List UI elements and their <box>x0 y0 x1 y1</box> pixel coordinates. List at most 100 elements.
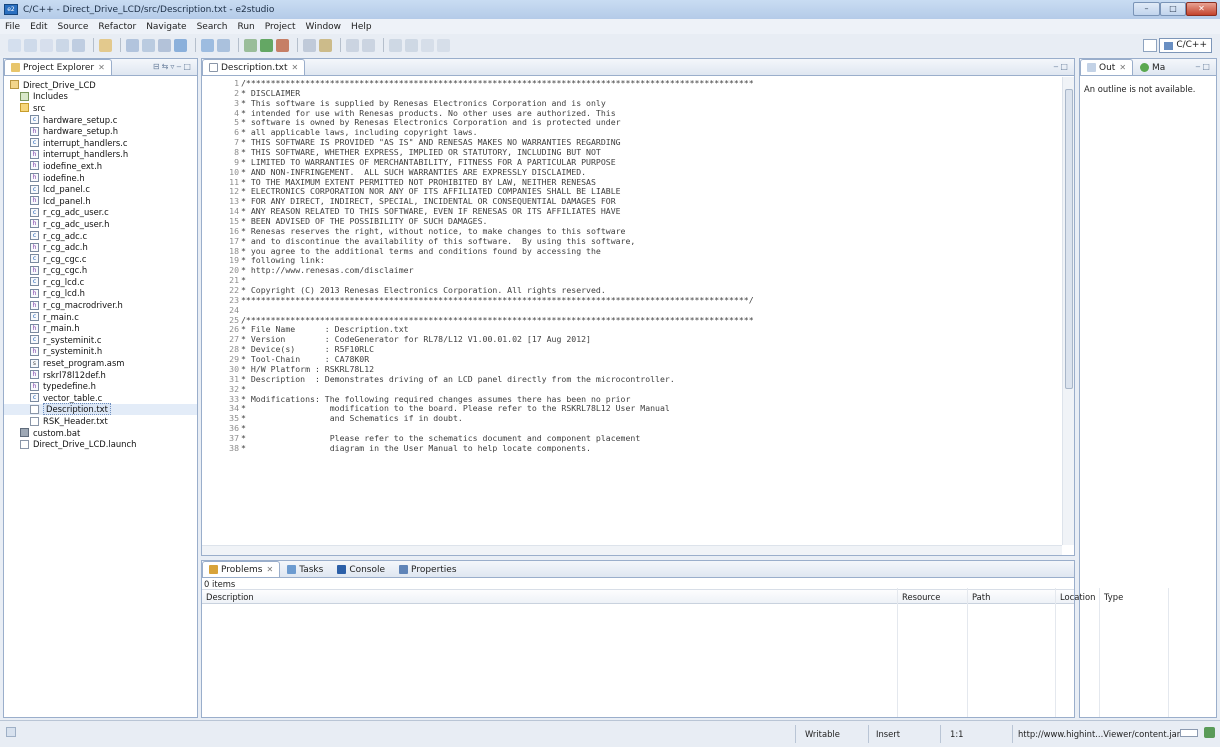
tree-item[interactable]: h iodefine_ext.h <box>4 160 197 172</box>
maximize-button[interactable]: □ <box>1160 2 1186 16</box>
external-tools-icon[interactable] <box>276 38 289 52</box>
tab-make-targets[interactable]: Ma <box>1133 59 1172 75</box>
tree-item[interactable]: Includes <box>4 91 197 103</box>
new-file-icon[interactable] <box>142 38 155 52</box>
tree-item[interactable]: h r_main.h <box>4 322 197 334</box>
tree-item-label: lcd_panel.c <box>43 184 90 195</box>
menu-help[interactable]: Help <box>351 22 372 32</box>
tree-item[interactable]: h typedefine.h <box>4 380 197 392</box>
tree-item[interactable]: c hardware_setup.c <box>4 114 197 126</box>
tree-item[interactable]: Direct_Drive_LCD <box>4 79 197 91</box>
tree-item[interactable]: h rskrl78l12def.h <box>4 369 197 381</box>
menu-refactor[interactable]: Refactor <box>98 22 136 32</box>
project-explorer-panel: Project Explorer ✕ ⊟⇆▿‒□ Direct_Drive_LC… <box>3 58 198 718</box>
minimize-button[interactable]: – <box>1133 2 1160 16</box>
save-all-icon[interactable] <box>40 38 53 52</box>
print-icon[interactable] <box>56 38 69 52</box>
close-tab-icon[interactable]: ✕ <box>1119 63 1126 72</box>
menu-navigate[interactable]: Navigate <box>146 22 186 32</box>
tree-item[interactable]: h interrupt_handlers.h <box>4 149 197 161</box>
tree-item[interactable]: c r_cg_adc_user.c <box>4 207 197 219</box>
debug-icon[interactable] <box>244 38 257 52</box>
search-icon[interactable] <box>319 38 332 52</box>
tree-item[interactable]: h r_cg_adc_user.h <box>4 218 197 230</box>
fast-view-icon[interactable] <box>6 727 16 737</box>
tree-item[interactable]: c r_cg_lcd.c <box>4 276 197 288</box>
scroll-thumb[interactable] <box>1065 89 1073 389</box>
forward-icon[interactable] <box>437 38 450 52</box>
build-icon[interactable] <box>72 38 85 52</box>
tab-project-explorer[interactable]: Project Explorer ✕ <box>4 59 112 75</box>
tree-item[interactable]: h r_cg_cgc.h <box>4 265 197 277</box>
text-editor[interactable]: 1/**************************************… <box>202 77 1074 555</box>
toolbar-separator <box>120 38 121 52</box>
menu-edit[interactable]: Edit <box>30 22 47 32</box>
pencil-icon[interactable] <box>99 38 112 52</box>
menu-file[interactable]: File <box>5 22 20 32</box>
progress-view-icon[interactable] <box>1204 727 1215 738</box>
close-button[interactable]: ✕ <box>1186 2 1217 16</box>
tab-tasks[interactable]: Tasks <box>280 561 330 577</box>
new-project-icon[interactable] <box>126 38 139 52</box>
menu-project[interactable]: Project <box>265 22 296 32</box>
close-tab-icon[interactable]: ✕ <box>266 565 273 574</box>
menu-source[interactable]: Source <box>58 22 89 32</box>
c-file-icon: c <box>30 393 39 403</box>
open-perspective-icon[interactable] <box>1143 39 1158 52</box>
tab-outline[interactable]: Out ✕ <box>1080 59 1134 75</box>
next-annotation-icon[interactable] <box>389 38 402 52</box>
horizontal-scrollbar[interactable] <box>202 545 1062 555</box>
menu-run[interactable]: Run <box>237 22 254 32</box>
new-class-icon[interactable] <box>158 38 171 52</box>
tree-item[interactable]: c r_cg_cgc.c <box>4 253 197 265</box>
tree-item[interactable]: custom.bat <box>4 427 197 439</box>
tab-problems[interactable]: Problems ✕ <box>202 561 281 577</box>
column-type[interactable]: Type <box>1104 592 1123 602</box>
tree-item[interactable]: h r_cg_macrodriver.h <box>4 299 197 311</box>
open-type-icon[interactable] <box>303 38 316 52</box>
tree-item[interactable]: h hardware_setup.h <box>4 125 197 137</box>
run-icon[interactable] <box>260 38 273 52</box>
tree-item[interactable]: c r_systeminit.c <box>4 334 197 346</box>
tree-item[interactable]: Direct_Drive_LCD.launch <box>4 438 197 450</box>
editor-view-controls[interactable]: ‒□ <box>1053 62 1070 71</box>
tree-item[interactable]: h lcd_panel.h <box>4 195 197 207</box>
code-area[interactable]: 1/**************************************… <box>226 78 1060 454</box>
menu-window[interactable]: Window <box>306 22 342 32</box>
tree-item[interactable]: c vector_table.c <box>4 392 197 404</box>
tab-console[interactable]: Console <box>330 561 392 577</box>
new-icon[interactable] <box>8 38 21 52</box>
previous-annotation-icon[interactable] <box>405 38 418 52</box>
tree-item-label: Direct_Drive_LCD <box>23 79 96 90</box>
tree-item[interactable]: h iodefine.h <box>4 172 197 184</box>
tree-item[interactable]: h r_cg_adc.h <box>4 241 197 253</box>
g-icon[interactable] <box>174 38 187 52</box>
debug-config-icon[interactable] <box>201 38 214 52</box>
show-whitespace-icon[interactable] <box>362 38 375 52</box>
perspective-cpp-button[interactable]: C/C++ <box>1159 38 1212 53</box>
back-icon[interactable] <box>421 38 434 52</box>
close-tab-icon[interactable]: ✕ <box>292 63 299 72</box>
view-toolbar[interactable]: ⊟⇆▿‒□ <box>153 62 193 71</box>
tree-item[interactable]: c interrupt_handlers.c <box>4 137 197 149</box>
column-divider <box>1099 588 1100 717</box>
tab-description-txt[interactable]: Description.txt ✕ <box>202 59 306 75</box>
tree-item[interactable]: src <box>4 102 197 114</box>
tree-item[interactable]: s reset_program.asm <box>4 357 197 369</box>
tree-item[interactable]: c r_cg_adc.c <box>4 230 197 242</box>
close-tab-icon[interactable]: ✕ <box>98 63 105 72</box>
problems-table-body[interactable] <box>202 588 1169 717</box>
outline-view-controls[interactable]: ‒□ <box>1195 62 1212 71</box>
menu-search[interactable]: Search <box>197 22 228 32</box>
tree-item[interactable]: h r_cg_lcd.h <box>4 288 197 300</box>
tab-properties[interactable]: Properties <box>392 561 463 577</box>
toggle-mark-icon[interactable] <box>346 38 359 52</box>
tree-item[interactable]: c r_main.c <box>4 311 197 323</box>
save-icon[interactable] <box>24 38 37 52</box>
target-icon[interactable] <box>217 38 230 52</box>
tree-item[interactable]: c lcd_panel.c <box>4 183 197 195</box>
tree-item[interactable]: h r_systeminit.h <box>4 346 197 358</box>
vertical-scrollbar[interactable] <box>1062 77 1074 545</box>
tree-item[interactable]: Description.txt <box>4 403 197 416</box>
tree-item[interactable]: RSK_Header.txt <box>4 415 197 427</box>
